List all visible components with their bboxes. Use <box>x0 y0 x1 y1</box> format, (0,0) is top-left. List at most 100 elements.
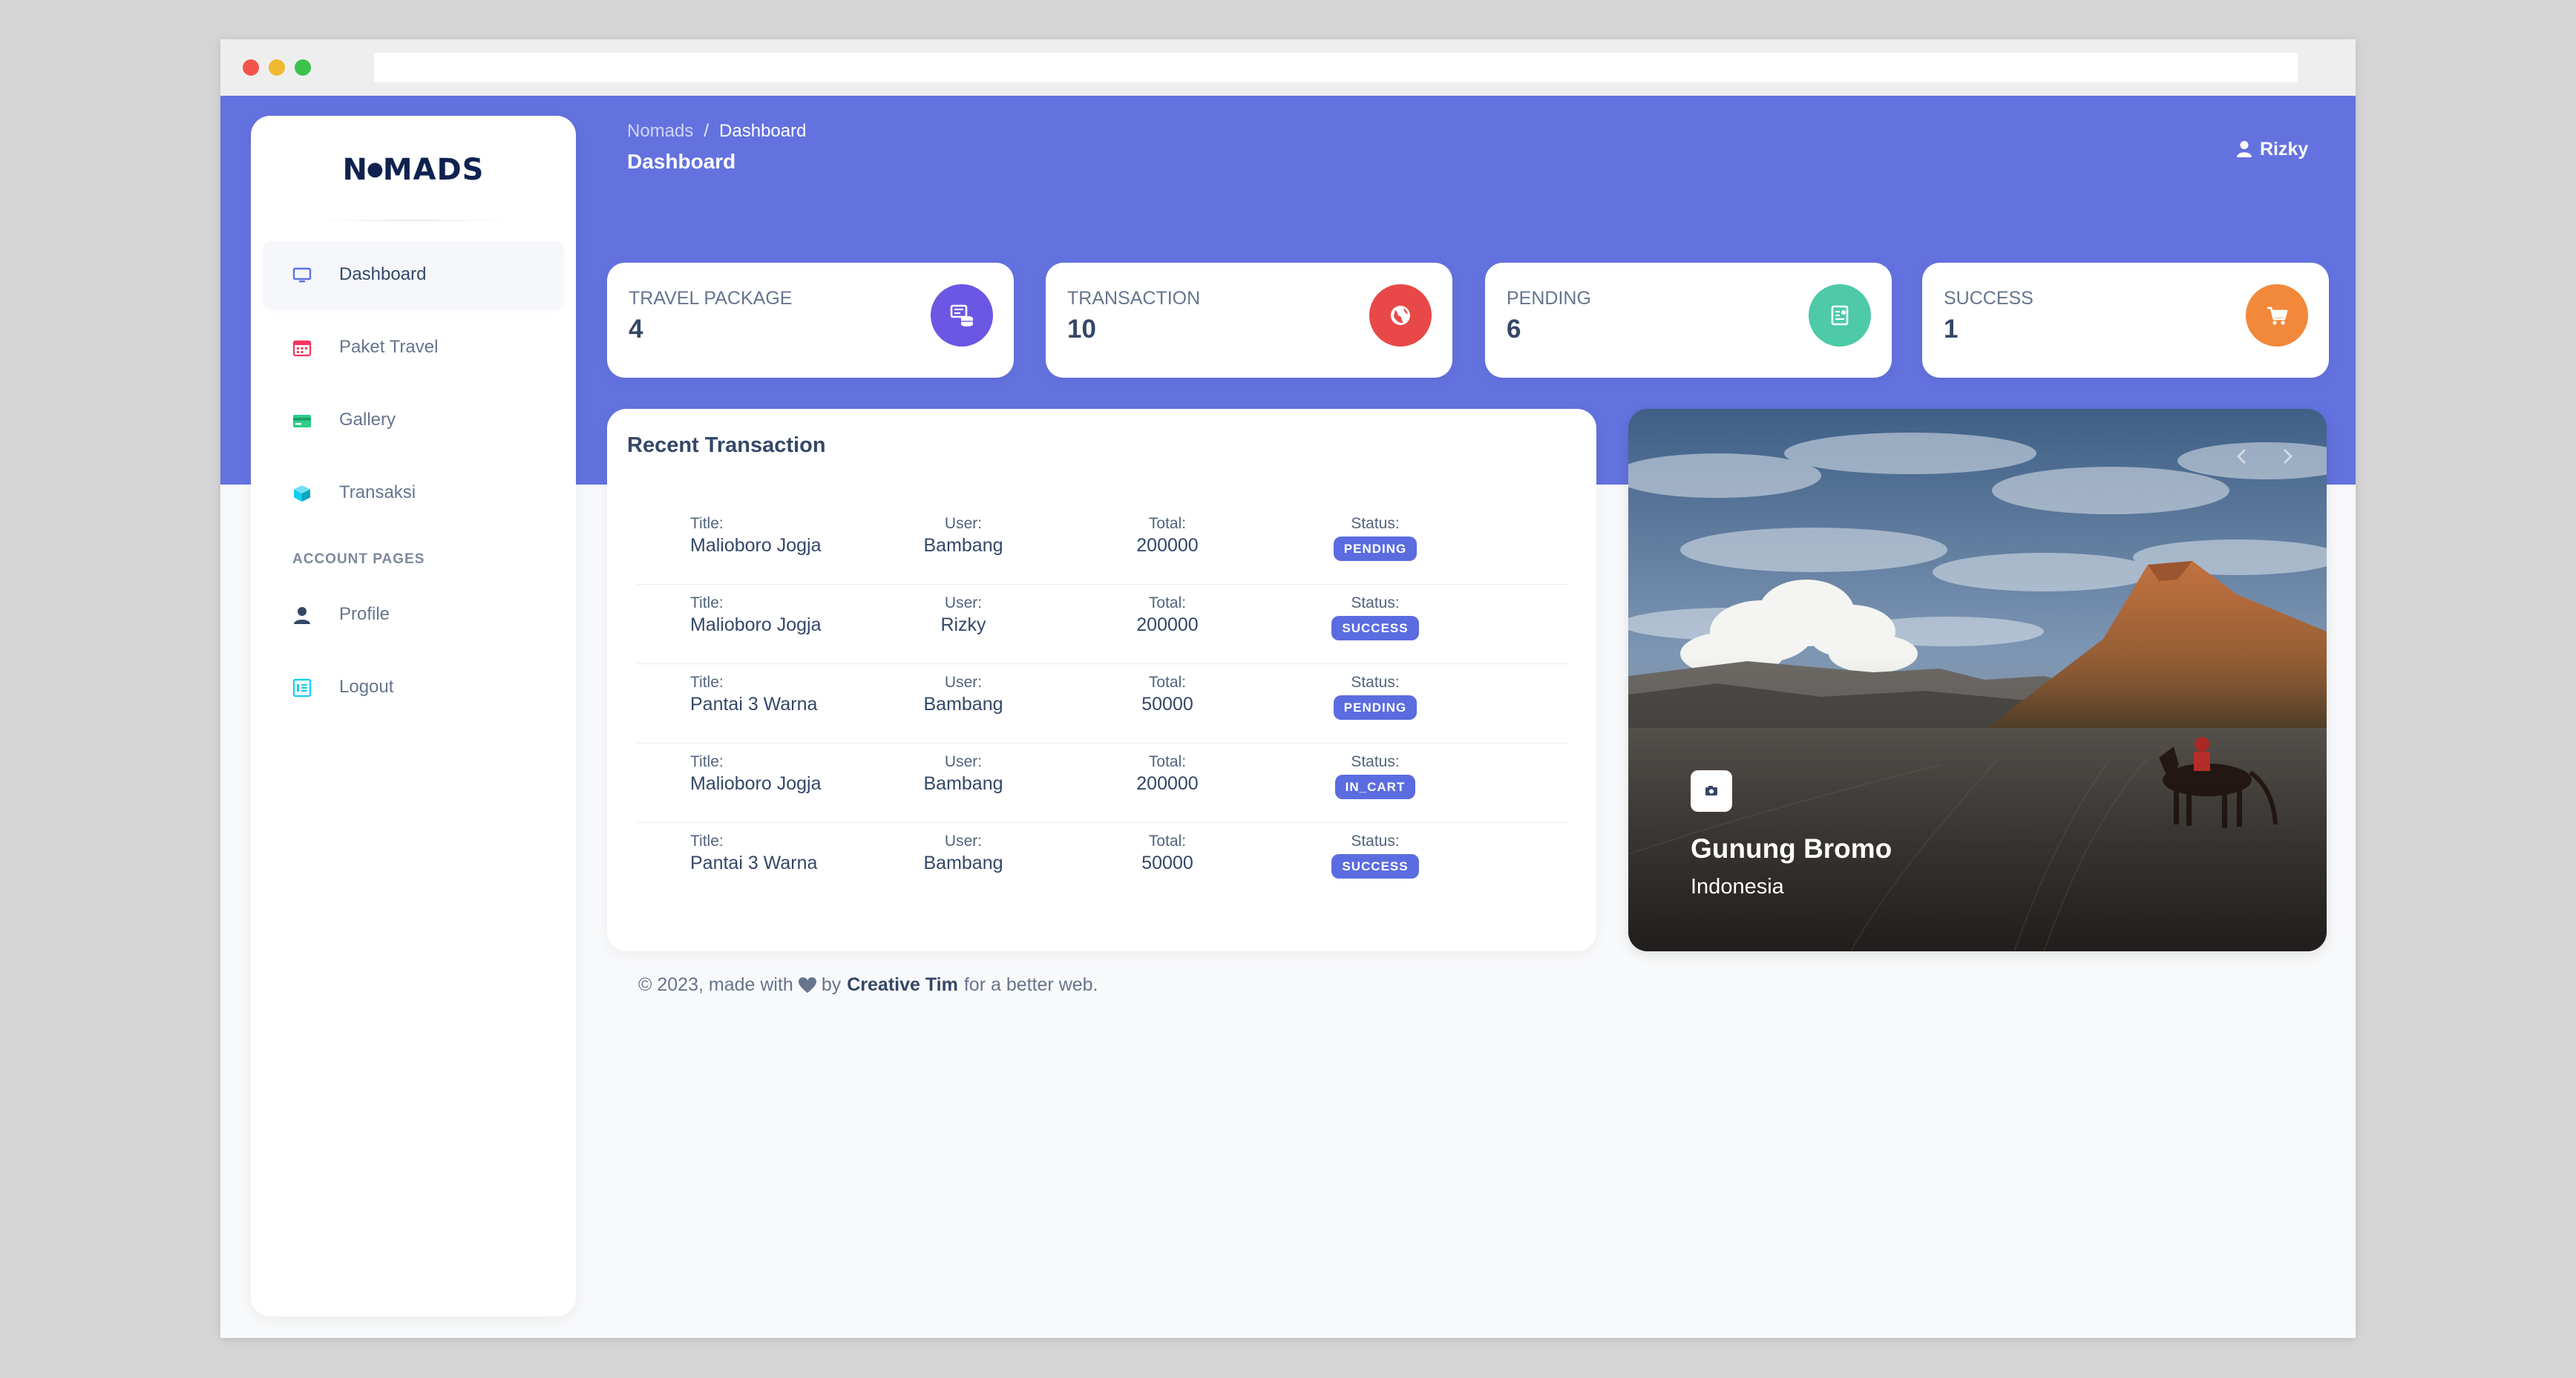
total-value: 200000 <box>1136 773 1199 794</box>
transaction-table: Title: Malioboro Jogja User: Bambang Tot… <box>637 505 1568 902</box>
sidebar-item-profile[interactable]: Profile <box>263 581 564 649</box>
sidebar-item-paket-travel[interactable]: Paket Travel <box>263 314 564 382</box>
app-container: N●MADS Dashboard Paket Travel Gallery Tr… <box>220 96 2356 1338</box>
footer-by: by <box>821 974 842 995</box>
sidebar-item-logout[interactable]: Logout <box>263 654 564 722</box>
status-cell: Status: SUCCESS <box>1294 594 1457 640</box>
user-caption: User: <box>944 515 983 532</box>
calendar-icon <box>292 340 312 357</box>
author-link[interactable]: Creative Tim <box>847 974 958 996</box>
footer-suffix: for a better web. <box>963 974 1098 995</box>
user-caption: User: <box>944 594 983 611</box>
stat-label: SUCCESS <box>1944 288 2033 309</box>
sidebar-item-label: Dashboard <box>339 264 427 284</box>
cart-icon <box>2246 284 2308 347</box>
table-row[interactable]: Title: Malioboro Jogja User: Bambang Tot… <box>637 505 1568 585</box>
title-caption: Title: <box>690 674 724 691</box>
status-badge: PENDING <box>1333 695 1418 720</box>
sidebar-divider <box>316 220 511 221</box>
title-cell: Title: Malioboro Jogja <box>690 514 822 557</box>
title-caption: Title: <box>690 753 724 770</box>
camera-icon <box>1691 770 1732 812</box>
sidebar-item-label: Paket Travel <box>339 337 439 357</box>
user-cell: User: Bambang <box>889 673 1038 716</box>
sidebar-item-label: Profile <box>339 604 390 624</box>
title-value: Malioboro Jogja <box>690 614 822 635</box>
title-cell: Title: Malioboro Jogja <box>690 752 822 795</box>
maximize-window-dot[interactable] <box>295 59 311 76</box>
status-badge: IN_CART <box>1334 775 1416 799</box>
sidebar: N●MADS Dashboard Paket Travel Gallery Tr… <box>251 116 576 1316</box>
total-value: 200000 <box>1136 535 1199 556</box>
destination-title: Gunung Bromo <box>1691 833 1892 864</box>
footer: © 2023, made with by Creative Tim for a … <box>638 974 1098 996</box>
status-cell: Status: PENDING <box>1294 673 1457 720</box>
title-caption: Title: <box>690 833 724 850</box>
chevron-right-icon <box>2283 448 2293 465</box>
title-cell: Title: Pantai 3 Warna <box>690 673 817 716</box>
breadcrumb: Nomads / Dashboard <box>627 121 806 142</box>
total-caption: Total: <box>1148 594 1187 611</box>
title-value: Pantai 3 Warna <box>690 694 818 715</box>
breadcrumb-separator: / <box>704 121 709 141</box>
page-title: Dashboard <box>627 150 736 173</box>
stat-value: 4 <box>629 315 643 344</box>
title-cell: Title: Pantai 3 Warna <box>690 832 817 875</box>
user-value: Bambang <box>923 853 1003 873</box>
sidebar-item-label: Logout <box>339 677 394 697</box>
sidebar-item-transaksi[interactable]: Transaksi <box>263 459 564 528</box>
user-cell: User: Rizky <box>889 594 1038 637</box>
brand-logo[interactable]: N●MADS <box>251 153 576 187</box>
total-cell: Total: 200000 <box>1093 594 1242 637</box>
breadcrumb-root-link[interactable]: Nomads <box>627 121 693 141</box>
sidebar-item-dashboard[interactable]: Dashboard <box>263 241 564 309</box>
minimize-window-dot[interactable] <box>269 59 285 76</box>
status-cell: Status: PENDING <box>1294 514 1457 561</box>
title-value: Pantai 3 Warna <box>690 853 818 873</box>
recent-transaction-title: Recent Transaction <box>627 433 826 457</box>
user-value: Bambang <box>923 773 1003 794</box>
status-caption: Status: <box>1351 674 1400 691</box>
total-value: 50000 <box>1141 853 1193 873</box>
stat-card-transaction: TRANSACTION 10 <box>1046 263 1452 378</box>
address-bar[interactable] <box>374 53 2298 82</box>
table-row[interactable]: Title: Malioboro Jogja User: Rizky Total… <box>637 585 1568 664</box>
status-cell: Status: IN_CART <box>1294 752 1457 799</box>
breadcrumb-current: Dashboard <box>719 121 807 141</box>
carousel-prev-button[interactable] <box>2227 442 2257 471</box>
title-caption: Title: <box>690 515 724 532</box>
stat-value: 6 <box>1507 315 1521 344</box>
destination-carousel[interactable]: Gunung Bromo Indonesia <box>1628 409 2327 951</box>
user-menu[interactable]: Rizky <box>2236 136 2308 163</box>
logout-icon <box>292 678 312 698</box>
document-icon <box>1809 284 1871 347</box>
title-caption: Title: <box>690 594 724 611</box>
total-cell: Total: 200000 <box>1093 752 1242 795</box>
status-caption: Status: <box>1351 753 1400 770</box>
title-cell: Title: Malioboro Jogja <box>690 594 822 637</box>
total-caption: Total: <box>1148 753 1187 770</box>
status-caption: Status: <box>1351 515 1400 532</box>
user-caption: User: <box>944 674 983 691</box>
globe-icon <box>1369 284 1432 347</box>
user-value: Rizky <box>940 614 986 635</box>
stat-label: TRAVEL PACKAGE <box>629 288 793 309</box>
total-cell: Total: 50000 <box>1093 673 1242 716</box>
stat-label: PENDING <box>1507 288 1591 309</box>
user-caption: User: <box>944 753 983 770</box>
status-badge: SUCCESS <box>1331 616 1419 640</box>
database-icon <box>931 284 993 347</box>
table-row[interactable]: Title: Malioboro Jogja User: Bambang Tot… <box>637 744 1568 823</box>
footer-prefix: © 2023, made with <box>638 974 793 995</box>
table-row[interactable]: Title: Pantai 3 Warna User: Bambang Tota… <box>637 664 1568 744</box>
user-name: Rizky <box>2260 138 2309 160</box>
user-cell: User: Bambang <box>889 752 1038 795</box>
table-row[interactable]: Title: Pantai 3 Warna User: Bambang Tota… <box>637 823 1568 902</box>
user-caption: User: <box>944 833 983 850</box>
total-caption: Total: <box>1148 674 1187 691</box>
user-cell: User: Bambang <box>889 832 1038 875</box>
stat-value: 10 <box>1067 315 1096 344</box>
close-window-dot[interactable] <box>243 59 259 76</box>
carousel-next-button[interactable] <box>2272 442 2302 471</box>
sidebar-item-gallery[interactable]: Gallery <box>263 387 564 455</box>
